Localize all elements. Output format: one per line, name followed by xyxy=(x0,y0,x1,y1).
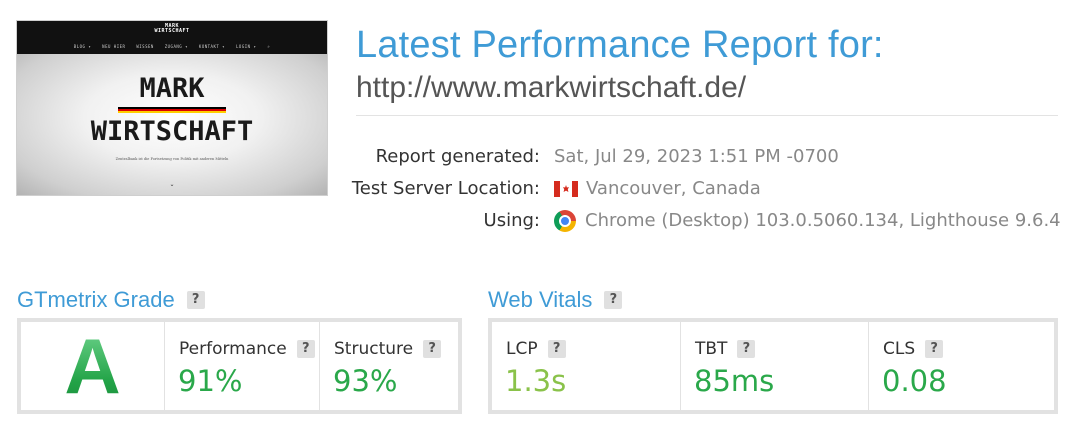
performance-value: 91% xyxy=(178,364,243,398)
using-value: Chrome (Desktop) 103.0.5060.134, Lightho… xyxy=(554,206,1061,236)
thumbnail-brand: MARK WIRTSCHAFT xyxy=(154,23,190,34)
canada-flag-icon xyxy=(554,181,578,197)
test-server-label: Test Server Location: xyxy=(351,178,540,199)
cls-label: CLS ? xyxy=(883,338,944,360)
report-title: Latest Performance Report for: xyxy=(356,24,884,66)
cls-cell: CLS ? 0.08 xyxy=(869,322,1054,410)
thumbnail-menu: BLOG ▾ NEU HIER WISSEN ZUGANG ▾ KONTAKT … xyxy=(73,44,271,49)
structure-cell: Structure ? 93% xyxy=(320,322,458,410)
help-icon[interactable]: ? xyxy=(737,340,756,358)
test-server-value: Vancouver, Canada xyxy=(554,174,761,204)
lcp-cell: LCP ? 1.3s xyxy=(492,322,681,410)
tbt-label: TBT ? xyxy=(695,338,756,360)
report-url[interactable]: http://www.markwirtschaft.de/ xyxy=(356,70,746,106)
web-vitals-heading: Web Vitals ? xyxy=(488,286,623,314)
report-generated-row: Report generated: Sat, Jul 29, 2023 1:51… xyxy=(356,142,1058,172)
lcp-label: LCP ? xyxy=(506,338,566,360)
tbt-cell: TBT ? 85ms xyxy=(681,322,869,410)
using-label: Using: xyxy=(483,210,540,231)
using-row: Using: Chrome (Desktop) 103.0.5060.134, … xyxy=(356,206,1061,236)
performance-label: Performance ? xyxy=(179,338,315,360)
divider xyxy=(356,115,1058,116)
report-generated-label: Report generated: xyxy=(375,146,540,167)
help-icon[interactable]: ? xyxy=(423,340,442,358)
performance-cell: Performance ? 91% xyxy=(165,322,320,410)
web-vitals-panel: LCP ? 1.3s TBT ? 85ms CLS ? 0.08 xyxy=(488,318,1058,414)
help-icon[interactable]: ? xyxy=(604,291,623,309)
thumbnail-hero: MARK WIRTSCHAFT Zentralbank ist die Fort… xyxy=(17,54,327,195)
hero-title-line2: WIRTSCHAFT xyxy=(90,116,254,147)
help-icon[interactable]: ? xyxy=(547,340,566,358)
structure-label: Structure ? xyxy=(334,338,442,360)
grade-cell: A xyxy=(21,322,165,410)
gtmetrix-grade-panel: A Performance ? 91% Structure ? 93% xyxy=(17,318,462,414)
thumbnail-navbar: MARK WIRTSCHAFT BLOG ▾ NEU HIER WISSEN Z… xyxy=(17,21,327,54)
lcp-value: 1.3s xyxy=(505,364,567,398)
gtmetrix-grade-heading: GTmetrix Grade ? xyxy=(17,286,205,314)
chrome-icon xyxy=(554,210,576,232)
chevron-down-icon: ⌄ xyxy=(169,181,175,188)
hero-title-line1: MARK xyxy=(139,73,205,104)
cls-value: 0.08 xyxy=(882,364,947,398)
help-icon[interactable]: ? xyxy=(296,340,315,358)
help-icon[interactable]: ? xyxy=(186,291,205,309)
tbt-value: 85ms xyxy=(694,364,775,398)
test-server-row: Test Server Location: Vancouver, Canada xyxy=(352,174,1058,204)
report-generated-value: Sat, Jul 29, 2023 1:51 PM -0700 xyxy=(554,146,839,167)
german-flag-stripe xyxy=(118,107,226,113)
site-screenshot-thumbnail[interactable]: MARK WIRTSCHAFT BLOG ▾ NEU HIER WISSEN Z… xyxy=(16,20,328,196)
hero-tagline: Zentralbank ist die Fortsetzung von Poli… xyxy=(115,157,229,161)
help-icon[interactable]: ? xyxy=(925,340,944,358)
structure-value: 93% xyxy=(333,364,398,398)
grade-letter: A xyxy=(64,322,121,410)
